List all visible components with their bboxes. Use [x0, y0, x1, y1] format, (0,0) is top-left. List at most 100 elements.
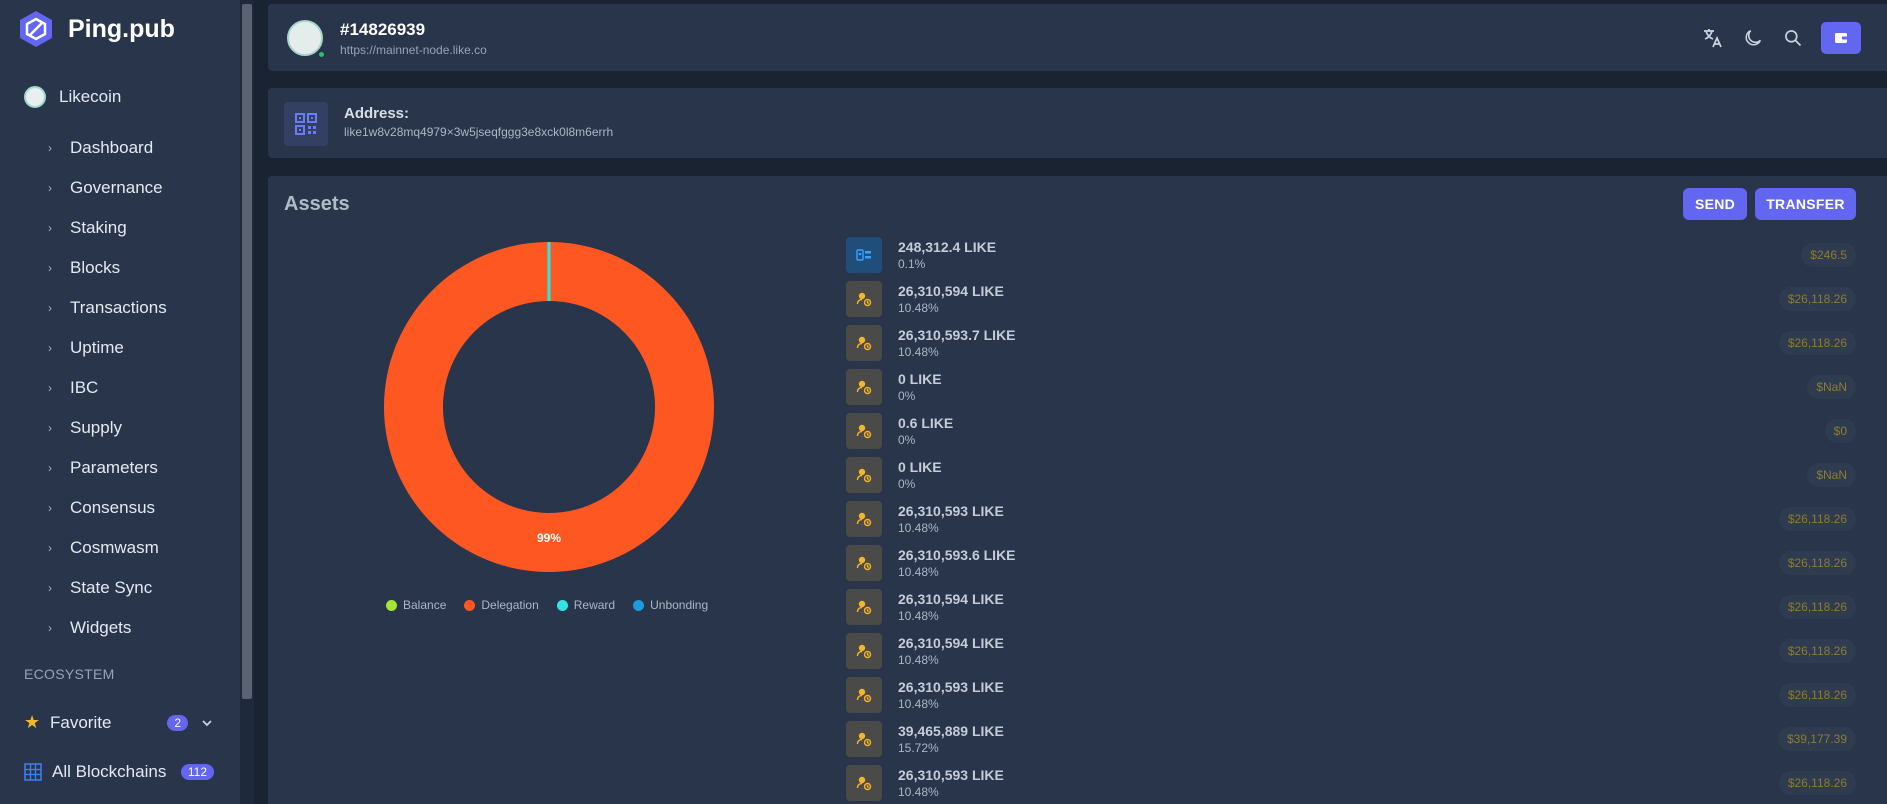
- asset-row: 26,310,593.7 LIKE 10.48% $26,118.26: [846, 323, 1856, 367]
- legend-marker: [386, 599, 397, 611]
- delegation-icon: [846, 677, 882, 713]
- asset-percent: 10.48%: [898, 785, 939, 799]
- sidebar-item-consensus[interactable]: › Consensus: [48, 488, 167, 528]
- sidebar-item-dashboard[interactable]: › Dashboard: [48, 128, 167, 168]
- asset-row: 0 LIKE 0% $NaN: [846, 455, 1856, 499]
- chevron-right-icon: ›: [48, 181, 52, 195]
- asset-value-badge: $26,118.26: [1778, 595, 1856, 619]
- sidebar-item-state-sync[interactable]: › State Sync: [48, 568, 167, 608]
- sidebar-item-label: Dashboard: [70, 138, 154, 157]
- chain-selector[interactable]: Likecoin: [24, 86, 121, 108]
- assets-card: Assets SEND TRANSFER 99% Balance Delegati…: [268, 176, 1887, 804]
- legend-item-reward[interactable]: Reward: [556, 598, 615, 612]
- address-value[interactable]: like1w8v28mq4979×3w5jseqfggg3e8xck0l8m6e…: [344, 125, 613, 139]
- asset-percent: 0.1%: [898, 257, 926, 271]
- chart-legend: Balance Delegation Reward Unbonding: [386, 598, 726, 612]
- sidebar-item-uptime[interactable]: › Uptime: [48, 328, 167, 368]
- sidebar-item-widgets[interactable]: › Widgets: [48, 608, 167, 648]
- translate-icon[interactable]: [1701, 26, 1725, 50]
- legend-label: Balance: [403, 598, 447, 612]
- asset-value-badge: $26,118.26: [1778, 639, 1856, 663]
- sidebar-item-favorite[interactable]: ★ Favorite 2: [24, 712, 214, 733]
- legend-label: Delegation: [481, 598, 539, 612]
- asset-row: 26,310,594 LIKE 10.48% $26,118.26: [846, 279, 1856, 323]
- chevron-right-icon: ›: [48, 501, 52, 515]
- wallet-button[interactable]: [1821, 22, 1861, 54]
- all-blockchains-count-badge: 112: [180, 764, 214, 780]
- qr-code-button[interactable]: [284, 102, 328, 146]
- chevron-right-icon: ›: [48, 621, 52, 635]
- asset-value-badge: $39,177.39: [1777, 727, 1856, 751]
- sidebar-item-blocks[interactable]: › Blocks: [48, 248, 167, 288]
- asset-value-badge: $246.5: [1801, 243, 1856, 267]
- grid-icon: [24, 763, 42, 781]
- search-icon[interactable]: [1781, 26, 1805, 50]
- sidebar-nav: › Dashboard › Governance › Staking › Blocks › Tra…: [48, 128, 167, 648]
- block-height: #14826939: [340, 20, 426, 39]
- section-label-ecosystem: ECOSYSTEM: [24, 666, 115, 682]
- brand[interactable]: Ping.pub: [16, 9, 175, 49]
- sidebar-item-label: Widgets: [70, 618, 132, 637]
- chevron-right-icon: ›: [48, 461, 52, 475]
- wallet-icon: [1835, 33, 1847, 43]
- chevron-right-icon: ›: [48, 341, 52, 355]
- asset-percent: 15.72%: [898, 741, 939, 755]
- send-button[interactable]: SEND: [1683, 188, 1747, 220]
- asset-percent: 0%: [898, 477, 916, 491]
- sidebar-item-parameters[interactable]: › Parameters: [48, 448, 167, 488]
- scrollbar-thumb[interactable]: [242, 4, 252, 699]
- qr-code-icon: [295, 113, 317, 135]
- node-url: https://mainnet-node.like.co: [340, 43, 487, 57]
- delegation-icon: [846, 369, 882, 405]
- sidebar-item-label: Consensus: [70, 498, 156, 517]
- asset-value-badge: $NaN: [1807, 375, 1856, 399]
- likecoin-logo-icon: [24, 86, 46, 108]
- asset-percent: 0%: [898, 389, 916, 403]
- app-name: Ping.pub: [68, 14, 175, 43]
- sidebar-item-ibc[interactable]: › IBC: [48, 368, 167, 408]
- asset-value-badge: $26,118.26: [1778, 287, 1856, 311]
- asset-row: 26,310,593 LIKE 10.48% $26,118.26: [846, 499, 1856, 543]
- legend-item-delegation[interactable]: Delegation: [464, 598, 539, 612]
- sidebar-item-governance[interactable]: › Governance: [48, 168, 167, 208]
- transfer-button[interactable]: TRANSFER: [1755, 188, 1856, 220]
- legend-marker: [464, 599, 476, 611]
- sidebar-item-label: Staking: [70, 218, 127, 237]
- asset-value-badge: $NaN: [1807, 463, 1856, 487]
- asset-row: 0 LIKE 0% $NaN: [846, 367, 1856, 411]
- chevron-right-icon: ›: [48, 301, 52, 315]
- delegation-icon: [846, 281, 882, 317]
- sidebar-item-cosmwasm[interactable]: › Cosmwasm: [48, 528, 167, 568]
- sidebar: Ping.pub Likecoin › Dashboard › Governance ›…: [0, 0, 240, 804]
- sidebar-item-supply[interactable]: › Supply: [48, 408, 167, 448]
- sidebar-item-label: IBC: [70, 378, 99, 397]
- legend-item-balance[interactable]: Balance: [386, 598, 446, 612]
- chevron-right-icon: ›: [48, 141, 52, 155]
- asset-row: 26,310,594 LIKE 10.48% $26,118.26: [846, 631, 1856, 675]
- sidebar-item-transactions[interactable]: › Transactions: [48, 288, 167, 328]
- asset-row: 248,312.4 LIKE 0.1% $246.5: [846, 235, 1856, 279]
- asset-amount: 26,310,593 LIKE: [898, 679, 1004, 695]
- asset-value-badge: $26,118.26: [1778, 683, 1856, 707]
- sidebar-scrollbar[interactable]: [240, 0, 254, 804]
- moon-icon[interactable]: [1741, 26, 1765, 50]
- chevron-down-icon[interactable]: [200, 716, 214, 730]
- asset-row: 26,310,593.6 LIKE 10.48% $26,118.26: [846, 543, 1856, 587]
- top-header: #14826939 https://mainnet-node.like.co: [268, 4, 1887, 71]
- sidebar-item-label: Supply: [70, 418, 122, 437]
- asset-row: 0.6 LIKE 0% $0: [846, 411, 1856, 455]
- hexagon-logo-icon: [20, 11, 52, 47]
- asset-amount: 39,465,889 LIKE: [898, 723, 1004, 739]
- asset-amount: 0.6 LIKE: [898, 415, 954, 431]
- sidebar-item-all-blockchains[interactable]: All Blockchains 112: [24, 762, 214, 782]
- asset-percent: 0%: [898, 433, 916, 447]
- sidebar-item-staking[interactable]: › Staking: [48, 208, 167, 248]
- asset-row: 39,465,889 LIKE 15.72% $39,177.39: [846, 719, 1856, 763]
- chain-name: Likecoin: [59, 87, 122, 106]
- legend-item-unbonding[interactable]: Unbonding: [633, 598, 708, 612]
- assets-title: Assets: [284, 193, 350, 215]
- delegation-icon: [846, 501, 882, 537]
- favorite-label: Favorite: [50, 712, 112, 732]
- asset-row: 26,310,593 LIKE 10.48% $26,118.26: [846, 763, 1856, 804]
- header-actions: [1685, 22, 1861, 54]
